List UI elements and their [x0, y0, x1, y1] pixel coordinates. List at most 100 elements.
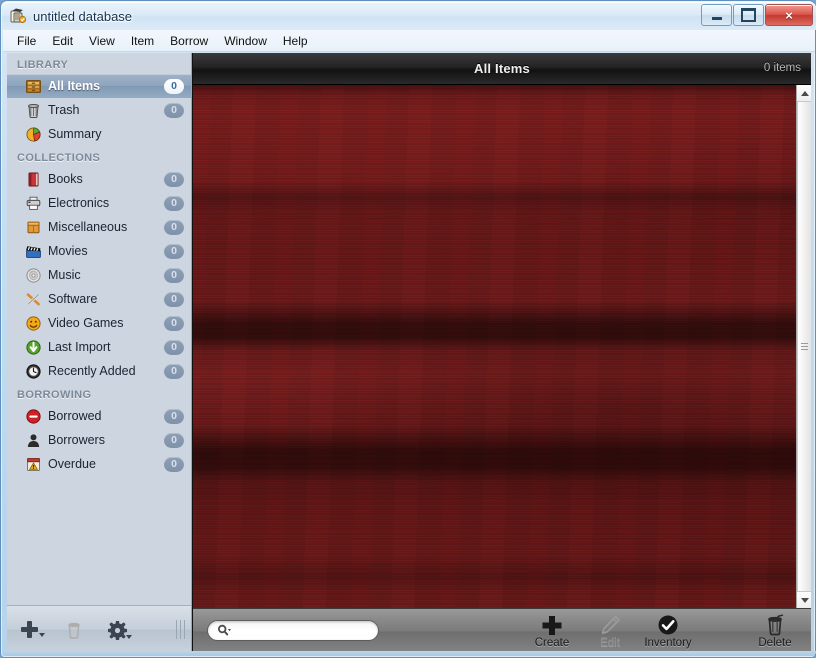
scrollbar-thumb[interactable]: [797, 101, 811, 592]
sidebar-item-badge: 0: [164, 102, 184, 118]
scroll-up-button[interactable]: [797, 85, 811, 101]
menu-item[interactable]: Item: [123, 31, 162, 51]
sidebar-section-collections: COLLECTIONS: [17, 152, 101, 164]
minimize-button[interactable]: [701, 4, 732, 26]
plus-icon: [541, 615, 563, 636]
sidebar-item-recently-added[interactable]: Recently Added 0: [7, 359, 191, 383]
gear-icon: [107, 619, 132, 641]
sidebar-item-label: Miscellaneous: [48, 220, 128, 234]
window-frame: untitled database × File Edit View Item …: [0, 0, 816, 658]
sidebar-section-library: LIBRARY: [17, 59, 69, 71]
search-input[interactable]: [236, 623, 370, 638]
app-icon: [9, 7, 27, 25]
sidebar-item-badge: 0: [164, 339, 184, 355]
content-panel: All Items 0 items Create Edit Inventory …: [193, 53, 811, 653]
sidebar-toolbar: [7, 605, 191, 653]
edit-button-label: Edit: [600, 637, 620, 649]
sidebar-item-badge: 0: [164, 363, 184, 379]
sidebar-item-miscellaneous[interactable]: Miscellaneous 0: [7, 215, 191, 239]
delete-button[interactable]: Delete: [744, 612, 806, 652]
item-list-area[interactable]: [193, 85, 796, 608]
sidebar-item-label: Music: [48, 268, 81, 282]
sidebar: LIBRARY All Items 0 Trash 0 Summary COLL…: [7, 53, 192, 653]
no-entry-icon: [25, 408, 42, 425]
pencil-icon: [600, 615, 621, 636]
sidebar-splitter-grip[interactable]: [176, 620, 185, 639]
clapperboard-icon: [25, 243, 42, 260]
sidebar-item-music[interactable]: Music 0: [7, 263, 191, 287]
maximize-button[interactable]: [733, 4, 764, 26]
check-circle-icon: [657, 615, 679, 636]
sidebar-item-borrowed[interactable]: Borrowed 0: [7, 404, 191, 428]
sidebar-item-all-items[interactable]: All Items 0: [7, 74, 191, 98]
sidebar-item-summary[interactable]: Summary: [7, 122, 191, 146]
menu-borrow[interactable]: Borrow: [162, 31, 216, 51]
sidebar-item-software[interactable]: Software 0: [7, 287, 191, 311]
create-button[interactable]: Create: [521, 612, 583, 652]
sidebar-section-borrowing: BORROWING: [17, 389, 92, 401]
title-bar[interactable]: untitled database ×: [2, 2, 816, 30]
printer-icon: [25, 195, 42, 212]
green-down-arrow-icon: [25, 339, 42, 356]
magnifier-icon: [217, 624, 233, 637]
sidebar-item-overdue[interactable]: Overdue 0: [7, 452, 191, 476]
compact-disc-icon: [25, 267, 42, 284]
window-bottom-edge: [2, 651, 816, 656]
menu-window[interactable]: Window: [216, 31, 275, 51]
sidebar-item-borrowers[interactable]: Borrowers 0: [7, 428, 191, 452]
plus-icon: [20, 621, 45, 638]
scroll-down-button[interactable]: [797, 592, 811, 608]
item-count-label: 0 items: [763, 62, 801, 74]
sidebar-item-label: All Items: [48, 79, 101, 93]
inventory-button-label: Inventory: [644, 637, 692, 649]
sidebar-item-books[interactable]: Books 0: [7, 167, 191, 191]
smiley-face-icon: [25, 315, 42, 332]
menu-edit[interactable]: Edit: [44, 31, 81, 51]
chevron-down-icon: [38, 633, 45, 637]
menu-help[interactable]: Help: [275, 31, 316, 51]
chevron-down-icon: [126, 634, 132, 639]
sidebar-item-label: Summary: [48, 127, 102, 141]
sidebar-item-badge: 0: [164, 267, 184, 283]
red-book-icon: [25, 171, 42, 188]
menu-bar: File Edit View Item Borrow Window Help: [3, 30, 815, 52]
clock-icon: [25, 363, 42, 380]
sidebar-item-label: Software: [48, 292, 98, 306]
sidebar-item-label: Books: [48, 172, 83, 186]
chevron-down-icon: [800, 597, 809, 603]
sidebar-item-movies[interactable]: Movies 0: [7, 239, 191, 263]
client-area: LIBRARY All Items 0 Trash 0 Summary COLL…: [7, 53, 811, 653]
close-icon: ×: [785, 7, 793, 23]
sidebar-item-video-games[interactable]: Video Games 0: [7, 311, 191, 335]
sidebar-item-label: Movies: [48, 244, 88, 258]
sidebar-item-badge: 0: [164, 219, 184, 235]
sidebar-item-badge: 0: [164, 78, 184, 94]
sidebar-item-badge: 0: [164, 171, 184, 187]
menu-file[interactable]: File: [9, 31, 44, 51]
window-controls: ×: [701, 4, 813, 26]
create-button-label: Create: [534, 637, 570, 649]
sidebar-item-label: Video Games: [48, 316, 124, 330]
edit-button[interactable]: Edit: [579, 612, 641, 652]
chevron-up-icon: [800, 90, 809, 96]
sidebar-item-electronics[interactable]: Electronics 0: [7, 191, 191, 215]
delete-collection-button[interactable]: [51, 610, 95, 650]
sidebar-item-label: Trash: [48, 103, 80, 117]
sidebar-item-last-import[interactable]: Last Import 0: [7, 335, 191, 359]
sidebar-item-badge: 0: [164, 456, 184, 472]
collection-actions-button[interactable]: [95, 610, 139, 650]
inventory-button[interactable]: Inventory: [637, 612, 699, 652]
content-header: All Items 0 items: [193, 53, 811, 85]
menu-view[interactable]: View: [81, 31, 123, 51]
sidebar-item-label: Electronics: [48, 196, 110, 210]
close-button[interactable]: ×: [765, 4, 813, 26]
search-field[interactable]: [207, 620, 379, 641]
sidebar-list: LIBRARY All Items 0 Trash 0 Summary COLL…: [7, 53, 191, 605]
vertical-scrollbar[interactable]: [796, 85, 811, 608]
add-collection-button[interactable]: [7, 610, 51, 650]
sidebar-item-trash[interactable]: Trash 0: [7, 98, 191, 122]
pie-chart-icon: [25, 126, 42, 143]
grip-lines-icon: [801, 343, 808, 350]
sidebar-item-badge: 0: [164, 315, 184, 331]
archive-drawer-icon: [25, 78, 42, 95]
